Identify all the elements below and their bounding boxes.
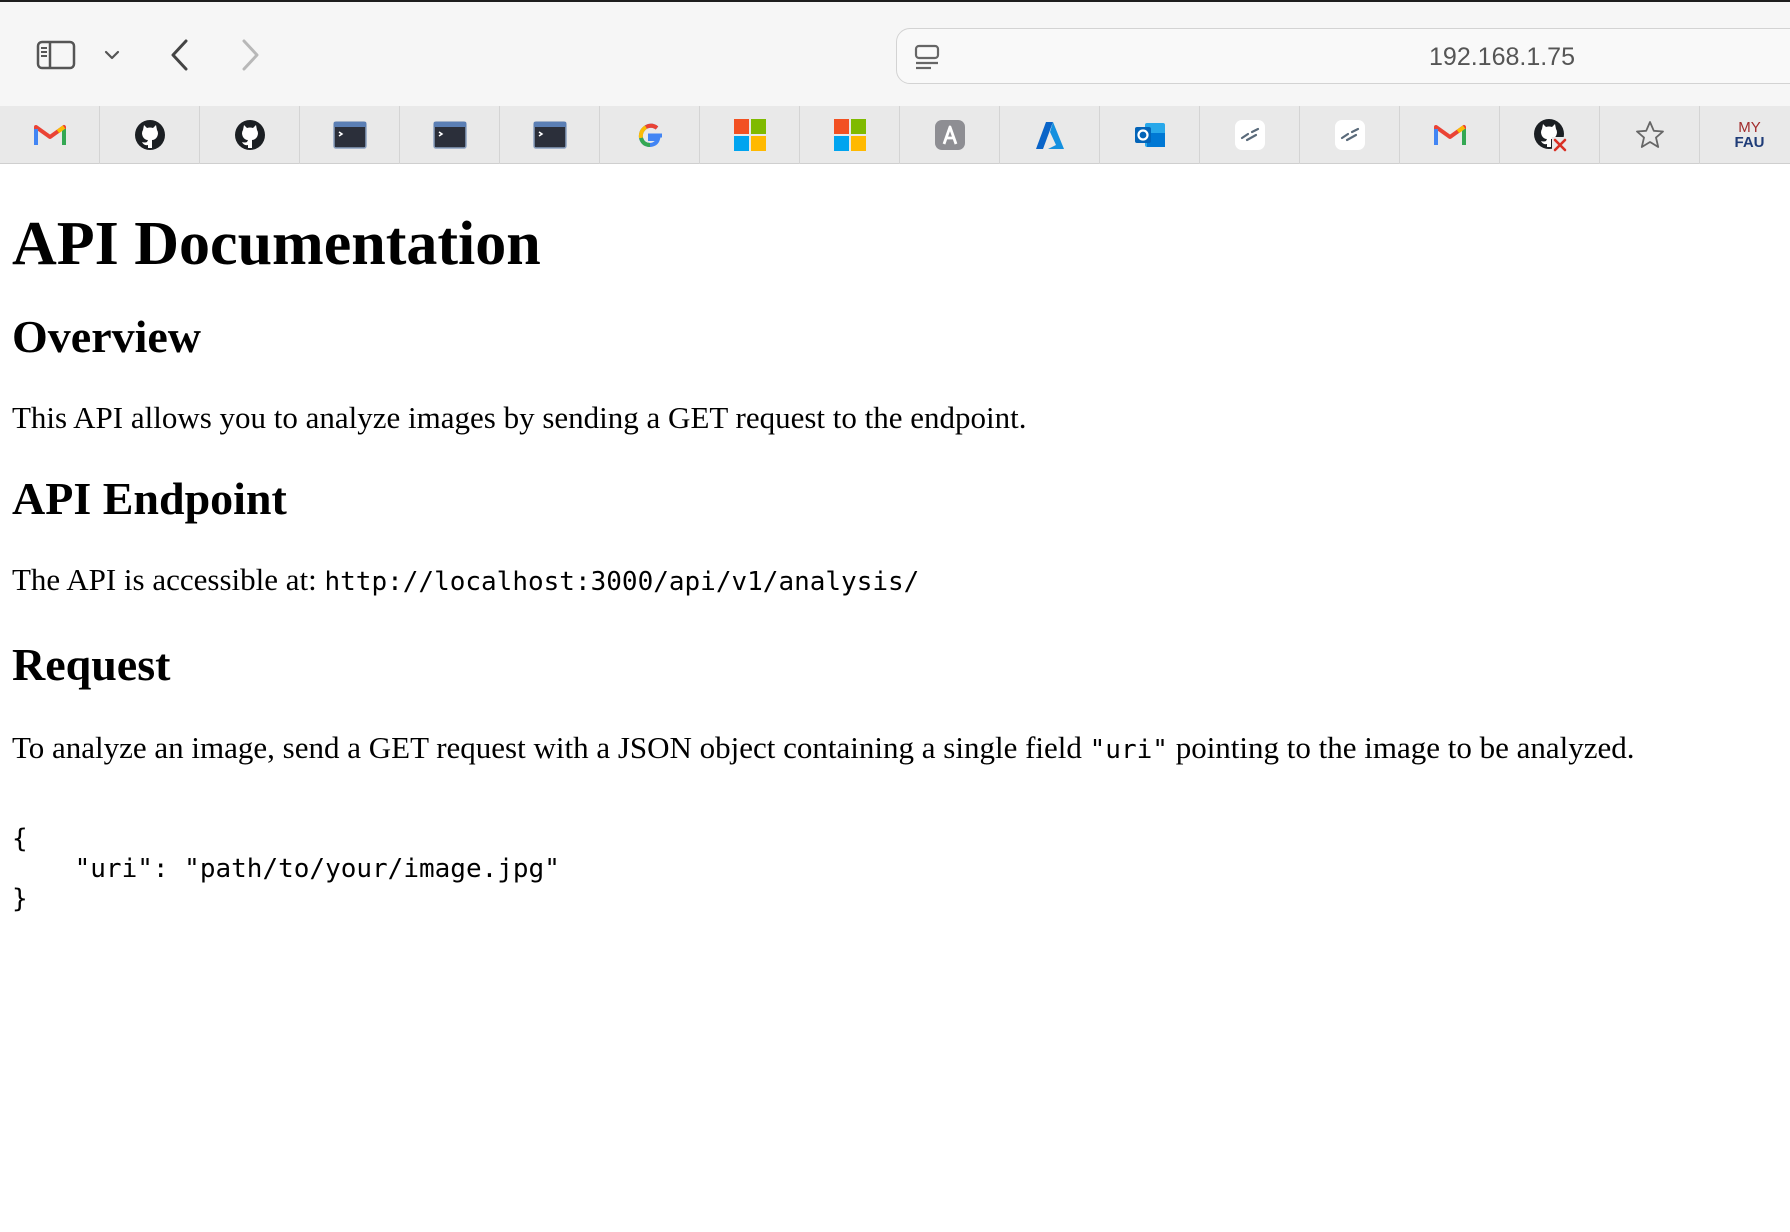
gmail-icon bbox=[1433, 125, 1466, 145]
microsoft-icon bbox=[833, 119, 866, 151]
tab-group-dropdown-button[interactable] bbox=[100, 32, 124, 78]
request-heading: Request bbox=[12, 639, 171, 690]
google-icon bbox=[638, 123, 662, 148]
github-icon bbox=[234, 120, 265, 150]
outlook-icon bbox=[1134, 123, 1165, 147]
favorite-microsoft-1[interactable] bbox=[700, 106, 800, 164]
request-field-code: "uri" bbox=[1089, 735, 1168, 765]
page-content: API Documentation Overview This API allo… bbox=[12, 164, 1772, 914]
favorite-github-2[interactable] bbox=[200, 106, 300, 164]
star-icon bbox=[1635, 121, 1664, 148]
favorite-letter-a[interactable] bbox=[900, 106, 1000, 164]
favorite-gmail[interactable] bbox=[0, 106, 100, 164]
request-paragraph: To analyze an image, send a GET request … bbox=[12, 728, 1772, 770]
favorites-bar: MY FAU bbox=[0, 106, 1790, 164]
favorite-star[interactable] bbox=[1600, 106, 1700, 164]
link-icon bbox=[1234, 120, 1265, 150]
page-title: API Documentation bbox=[12, 210, 541, 278]
favorite-terminal-2[interactable] bbox=[400, 106, 500, 164]
endpoint-url: http://localhost:3000/api/v1/analysis/ bbox=[324, 567, 920, 597]
terminal-icon bbox=[432, 121, 467, 149]
myfau-label-top: MY bbox=[1738, 119, 1761, 136]
json-example-code: { "uri": "path/to/your/image.jpg" } bbox=[12, 824, 560, 914]
chevron-right-icon bbox=[242, 39, 259, 71]
endpoint-heading: API Endpoint bbox=[12, 473, 287, 524]
endpoint-paragraph: The API is accessible at: http://localho… bbox=[12, 560, 1772, 602]
letter-a-icon bbox=[934, 120, 965, 150]
github-icon bbox=[134, 120, 165, 150]
link-icon bbox=[1334, 120, 1365, 150]
myfau-label-bottom: FAU bbox=[1734, 134, 1765, 151]
gmail-icon bbox=[33, 125, 66, 145]
favorite-outlook[interactable] bbox=[1100, 106, 1200, 164]
favorite-myfau[interactable]: MY FAU bbox=[1700, 106, 1790, 164]
forward-button[interactable] bbox=[232, 32, 268, 78]
overview-text: This API allows you to analyze images by… bbox=[12, 400, 1027, 435]
microsoft-icon bbox=[733, 119, 766, 151]
overview-heading: Overview bbox=[12, 311, 202, 362]
chevron-down-icon bbox=[104, 50, 120, 60]
favorite-terminal-1[interactable] bbox=[300, 106, 400, 164]
favorite-microsoft-2[interactable] bbox=[800, 106, 900, 164]
terminal-icon bbox=[332, 121, 367, 149]
terminal-icon bbox=[532, 121, 567, 149]
sidebar-icon bbox=[36, 40, 76, 70]
favorite-github-1[interactable] bbox=[100, 106, 200, 164]
favorite-terminal-3[interactable] bbox=[500, 106, 600, 164]
sidebar-toggle-button[interactable] bbox=[34, 32, 78, 78]
favorite-gmail-2[interactable] bbox=[1400, 106, 1500, 164]
azure-icon bbox=[1035, 122, 1064, 149]
favorite-google[interactable] bbox=[600, 106, 700, 164]
chevron-left-icon bbox=[171, 39, 188, 71]
address-bar[interactable]: 192.168.1.75 bbox=[896, 28, 1790, 84]
myfau-icon: MY FAU bbox=[1735, 120, 1765, 150]
address-text: 192.168.1.75 bbox=[1429, 43, 1575, 71]
github-error-icon bbox=[1533, 119, 1568, 153]
favorite-link-1[interactable] bbox=[1200, 106, 1300, 164]
endpoint-text: The API is accessible at: bbox=[12, 562, 325, 597]
browser-toolbar: 192.168.1.75 bbox=[0, 0, 1790, 106]
favorite-azure[interactable] bbox=[1000, 106, 1100, 164]
favorite-github-error[interactable] bbox=[1500, 106, 1600, 164]
request-text-before: To analyze an image, send a GET request … bbox=[12, 730, 1090, 765]
request-text-after: pointing to the image to be analyzed. bbox=[1167, 730, 1635, 765]
back-button[interactable] bbox=[162, 32, 198, 78]
favorite-link-2[interactable] bbox=[1300, 106, 1400, 164]
